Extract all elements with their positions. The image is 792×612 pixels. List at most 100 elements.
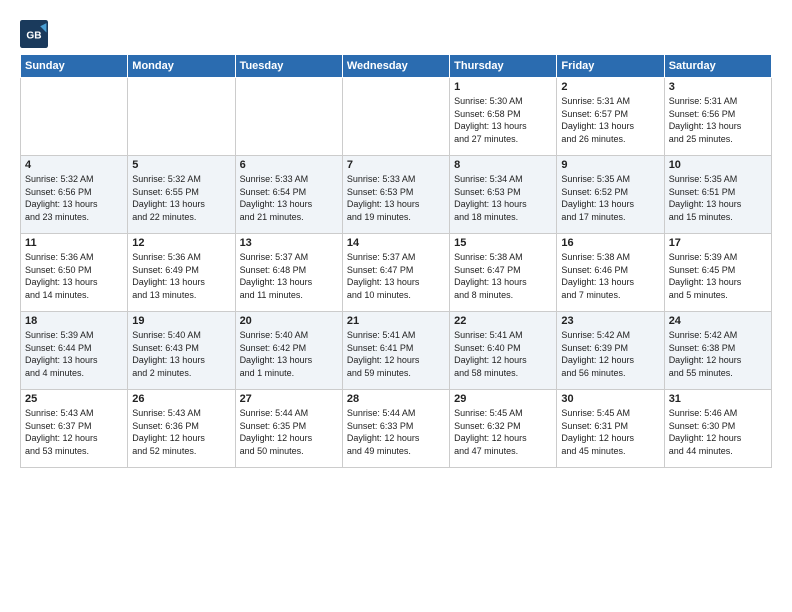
day-number: 19 [132,315,230,327]
day-info: Sunrise: 5:46 AM Sunset: 6:30 PM Dayligh… [669,407,767,457]
day-number: 7 [347,159,445,171]
week-row-0: 1 Sunrise: 5:30 AM Sunset: 6:58 PM Daylig… [21,78,772,156]
day-info: Sunrise: 5:37 AM Sunset: 6:47 PM Dayligh… [347,251,445,301]
calendar-cell: 16 Sunrise: 5:38 AM Sunset: 6:46 PM Dayli… [557,234,664,312]
calendar-cell: 2Sunrise: 5:31 AM Sunset: 6:57 PM Daylig… [557,78,664,156]
calendar-cell: 12 Sunrise: 5:36 AM Sunset: 6:49 PM Dayli… [128,234,235,312]
calendar-cell: 3Sunrise: 5:31 AM Sunset: 6:56 PM Daylig… [664,78,771,156]
weekday-header-wednesday: Wednesday [342,55,449,78]
calendar-cell: 31 Sunrise: 5:46 AM Sunset: 6:30 PM Dayli… [664,390,771,468]
day-info: Sunrise: 5:33 AM Sunset: 6:53 PM Dayligh… [347,173,445,223]
calendar-cell: 9 Sunrise: 5:35 AM Sunset: 6:52 PM Daylig… [557,156,664,234]
day-number: 25 [25,393,123,405]
calendar-cell: 10 Sunrise: 5:35 AM Sunset: 6:51 PM Dayli… [664,156,771,234]
calendar-page: GB SundayMondayTuesdayWednesdayThursdayF… [0,0,792,612]
day-info: Sunrise: 5:38 AM Sunset: 6:46 PM Dayligh… [561,251,659,301]
day-info: Sunrise: 5:41 AM Sunset: 6:41 PM Dayligh… [347,329,445,379]
weekday-header-sunday: Sunday [21,55,128,78]
day-number: 26 [132,393,230,405]
calendar-cell: 15 Sunrise: 5:38 AM Sunset: 6:47 PM Dayli… [450,234,557,312]
day-info: Sunrise: 5:32 AM Sunset: 6:56 PM Dayligh… [25,173,123,223]
day-number: 21 [347,315,445,327]
weekday-header-tuesday: Tuesday [235,55,342,78]
calendar-cell: 26 Sunrise: 5:43 AM Sunset: 6:36 PM Dayli… [128,390,235,468]
day-info: Sunrise: 5:31 AM Sunset: 6:56 PM Dayligh… [669,95,767,145]
calendar-cell: 22 Sunrise: 5:41 AM Sunset: 6:40 PM Dayli… [450,312,557,390]
day-number: 30 [561,393,659,405]
day-info: Sunrise: 5:40 AM Sunset: 6:42 PM Dayligh… [240,329,338,379]
logo: GB [20,20,52,48]
day-number: 9 [561,159,659,171]
calendar-cell: 23Sunrise: 5:42 AM Sunset: 6:39 PM Dayli… [557,312,664,390]
calendar-cell: 4 Sunrise: 5:32 AM Sunset: 6:56 PM Daylig… [21,156,128,234]
calendar-table: SundayMondayTuesdayWednesdayThursdayFrid… [20,54,772,468]
calendar-cell: 13 Sunrise: 5:37 AM Sunset: 6:48 PM Dayli… [235,234,342,312]
calendar-cell: 25 Sunrise: 5:43 AM Sunset: 6:37 PM Dayli… [21,390,128,468]
day-info: Sunrise: 5:36 AM Sunset: 6:50 PM Dayligh… [25,251,123,301]
day-number: 24 [669,315,767,327]
calendar-cell: 14 Sunrise: 5:37 AM Sunset: 6:47 PM Dayli… [342,234,449,312]
day-number: 13 [240,237,338,249]
day-number: 6 [240,159,338,171]
day-info: Sunrise: 5:45 AM Sunset: 6:31 PM Dayligh… [561,407,659,457]
day-info: Sunrise: 5:42 AM Sunset: 6:38 PM Dayligh… [669,329,767,379]
day-number: 27 [240,393,338,405]
day-number: 12 [132,237,230,249]
day-number: 4 [25,159,123,171]
day-info: Sunrise: 5:39 AM Sunset: 6:45 PM Dayligh… [669,251,767,301]
day-info: Sunrise: 5:42 AM Sunset: 6:39 PM Dayligh… [561,329,659,379]
day-info: Sunrise: 5:38 AM Sunset: 6:47 PM Dayligh… [454,251,552,301]
day-number: 1 [454,81,552,93]
weekday-header-saturday: Saturday [664,55,771,78]
day-info: Sunrise: 5:35 AM Sunset: 6:51 PM Dayligh… [669,173,767,223]
day-number: 16 [561,237,659,249]
day-number: 31 [669,393,767,405]
weekday-header-friday: Friday [557,55,664,78]
calendar-cell: 20 Sunrise: 5:40 AM Sunset: 6:42 PM Dayli… [235,312,342,390]
calendar-cell [128,78,235,156]
day-info: Sunrise: 5:30 AM Sunset: 6:58 PM Dayligh… [454,95,552,145]
calendar-cell [342,78,449,156]
day-number: 22 [454,315,552,327]
day-info: Sunrise: 5:43 AM Sunset: 6:36 PM Dayligh… [132,407,230,457]
week-row-1: 4 Sunrise: 5:32 AM Sunset: 6:56 PM Daylig… [21,156,772,234]
calendar-cell [235,78,342,156]
day-info: Sunrise: 5:44 AM Sunset: 6:35 PM Dayligh… [240,407,338,457]
calendar-cell [21,78,128,156]
day-info: Sunrise: 5:40 AM Sunset: 6:43 PM Dayligh… [132,329,230,379]
day-info: Sunrise: 5:31 AM Sunset: 6:57 PM Dayligh… [561,95,659,145]
calendar-cell: 1 Sunrise: 5:30 AM Sunset: 6:58 PM Daylig… [450,78,557,156]
day-info: Sunrise: 5:41 AM Sunset: 6:40 PM Dayligh… [454,329,552,379]
calendar-cell: 11Sunrise: 5:36 AM Sunset: 6:50 PM Dayli… [21,234,128,312]
calendar-cell: 5 Sunrise: 5:32 AM Sunset: 6:55 PM Daylig… [128,156,235,234]
day-number: 14 [347,237,445,249]
day-number: 29 [454,393,552,405]
day-info: Sunrise: 5:37 AM Sunset: 6:48 PM Dayligh… [240,251,338,301]
calendar-cell: 18Sunrise: 5:39 AM Sunset: 6:44 PM Dayli… [21,312,128,390]
day-info: Sunrise: 5:34 AM Sunset: 6:53 PM Dayligh… [454,173,552,223]
day-number: 10 [669,159,767,171]
calendar-cell: 17 Sunrise: 5:39 AM Sunset: 6:45 PM Dayli… [664,234,771,312]
day-info: Sunrise: 5:45 AM Sunset: 6:32 PM Dayligh… [454,407,552,457]
day-info: Sunrise: 5:36 AM Sunset: 6:49 PM Dayligh… [132,251,230,301]
weekday-header-row: SundayMondayTuesdayWednesdayThursdayFrid… [21,55,772,78]
week-row-4: 25 Sunrise: 5:43 AM Sunset: 6:37 PM Dayli… [21,390,772,468]
day-number: 20 [240,315,338,327]
svg-text:GB: GB [26,31,41,42]
calendar-cell: 6Sunrise: 5:33 AM Sunset: 6:54 PM Daylig… [235,156,342,234]
calendar-cell: 27 Sunrise: 5:44 AM Sunset: 6:35 PM Dayli… [235,390,342,468]
day-info: Sunrise: 5:35 AM Sunset: 6:52 PM Dayligh… [561,173,659,223]
week-row-3: 18Sunrise: 5:39 AM Sunset: 6:44 PM Dayli… [21,312,772,390]
day-number: 5 [132,159,230,171]
day-number: 17 [669,237,767,249]
day-number: 8 [454,159,552,171]
day-info: Sunrise: 5:43 AM Sunset: 6:37 PM Dayligh… [25,407,123,457]
calendar-cell: 7 Sunrise: 5:33 AM Sunset: 6:53 PM Daylig… [342,156,449,234]
day-number: 18 [25,315,123,327]
day-number: 15 [454,237,552,249]
header: GB [20,16,772,48]
calendar-cell: 8 Sunrise: 5:34 AM Sunset: 6:53 PM Daylig… [450,156,557,234]
day-info: Sunrise: 5:32 AM Sunset: 6:55 PM Dayligh… [132,173,230,223]
calendar-cell: 29 Sunrise: 5:45 AM Sunset: 6:32 PM Dayli… [450,390,557,468]
day-number: 28 [347,393,445,405]
